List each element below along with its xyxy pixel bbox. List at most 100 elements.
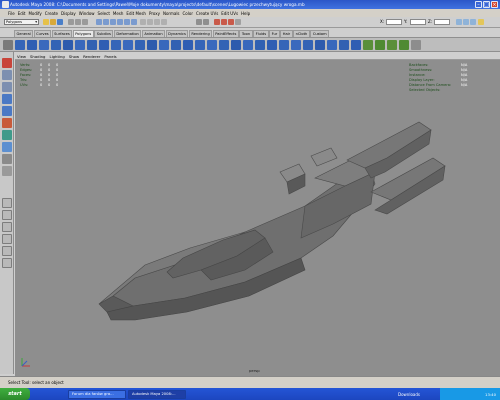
select-component-icon[interactable] [82,19,88,25]
mask-surfaces-icon[interactable] [124,19,130,25]
menu-color[interactable]: Color [183,11,193,16]
poly-cylinder-icon[interactable] [39,40,49,50]
construction-history-icon[interactable] [203,19,209,25]
menu-file[interactable]: File [8,11,15,16]
scale-tool-icon[interactable] [2,118,12,128]
panel-menu-view[interactable]: View [17,54,26,59]
tool-settings-icon[interactable] [463,19,469,25]
shelf-tab-painteffects[interactable]: PaintEffects [212,30,239,37]
x-coordinate-field[interactable] [386,19,402,25]
mask-handles-icon[interactable] [103,19,109,25]
poly-pipe-icon[interactable] [111,40,121,50]
taskbar-item-maya[interactable]: Autodesk Maya 2008:... [128,389,186,399]
shelf-tab-custom[interactable]: Custom [310,30,330,37]
menu-set-dropdown[interactable]: Polygons [4,19,39,25]
panel-menu-panels[interactable]: Panels [104,54,116,59]
cylindrical-mapping-icon[interactable] [375,40,385,50]
poly-plane-icon[interactable] [63,40,73,50]
mask-curves-icon[interactable] [117,19,123,25]
quadrangulate-icon[interactable] [351,40,361,50]
delete-edge-icon[interactable] [303,40,313,50]
maximize-button[interactable]: □ [483,1,490,8]
history-icon[interactable] [196,19,202,25]
lasso-tool-icon[interactable] [2,70,12,80]
shelf-tab-dynamics[interactable]: Dynamics [165,30,189,37]
spaceship-model[interactable] [15,60,500,376]
panel-menu-show[interactable]: Show [69,54,79,59]
paint-select-tool-icon[interactable] [2,82,12,92]
triangulate-icon[interactable] [339,40,349,50]
menu-edit-mesh[interactable]: Edit Mesh [126,11,146,16]
mask-icon[interactable] [96,19,102,25]
mask-joints-icon[interactable] [110,19,116,25]
fill-hole-icon[interactable] [219,40,229,50]
snap-point-icon[interactable] [154,19,160,25]
channel-box-icon[interactable] [470,19,476,25]
poly-prism-icon[interactable] [87,40,97,50]
shelf-tab-curves[interactable]: Curves [33,30,52,37]
four-view-layout-icon[interactable] [2,210,12,220]
shelf-tab-toon[interactable]: Toon [239,30,253,37]
start-button[interactable]: start [0,388,30,400]
poly-sphere-icon[interactable] [15,40,25,50]
shelf-tab-animation[interactable]: Animation [141,30,166,37]
snap-grid-icon[interactable] [140,19,146,25]
snap-view-plane-icon[interactable] [161,19,167,25]
render-icon[interactable] [221,19,227,25]
menu-window[interactable]: Window [79,11,95,16]
single-view-layout-icon[interactable] [2,198,12,208]
persp-outliner-layout-icon[interactable] [2,222,12,232]
move-tool-icon[interactable] [2,94,12,104]
shelf-tab-ncloth[interactable]: nCloth [293,30,310,37]
snap-curve-icon[interactable] [147,19,153,25]
offset-edge-loop-icon[interactable] [255,40,265,50]
insert-edge-loop-icon[interactable] [243,40,253,50]
shelf-tab-fur[interactable]: Fur [269,30,280,37]
menu-proxy[interactable]: Proxy [149,11,160,16]
panel-menu-renderer[interactable]: Renderer [83,54,100,59]
collapse-icon[interactable] [291,40,301,50]
shelf-tab-hair[interactable]: Hair [280,30,293,37]
cut-faces-icon[interactable] [267,40,277,50]
shelf-tab-rendering[interactable]: Rendering [188,30,213,37]
spherical-mapping-icon[interactable] [387,40,397,50]
menu-mesh[interactable]: Mesh [113,11,124,16]
combine-icon[interactable] [123,40,133,50]
poly-pyramid-icon[interactable] [99,40,109,50]
shelf-tab-subdivs[interactable]: Subdivs [94,30,114,37]
outliner-layout-icon[interactable] [2,258,12,268]
smooth-icon[interactable] [147,40,157,50]
bridge-icon[interactable] [195,40,205,50]
render-view-icon[interactable] [214,19,220,25]
panel-menu-lighting[interactable]: Lighting [49,54,64,59]
shelf-tab-deformation[interactable]: Deformation [113,30,142,37]
select-hierarchy-icon[interactable] [68,19,74,25]
persp-graph-layout-icon[interactable] [2,234,12,244]
menu-edit[interactable]: Edit [18,11,26,16]
ipr-render-icon[interactable] [228,19,234,25]
menu-normals[interactable]: Normals [163,11,180,16]
menu-create[interactable]: Create [45,11,58,16]
mirror-geometry-icon[interactable] [315,40,325,50]
mask-deformations-icon[interactable] [131,19,137,25]
menu-select[interactable]: Select [98,11,110,16]
downloads-toolbar[interactable]: Downloads [398,389,420,399]
select-tool-icon[interactable] [2,58,12,68]
shelf-tab-polygons[interactable]: Polygons [72,30,94,37]
panel-menu-shading[interactable]: Shading [30,54,45,59]
save-scene-icon[interactable] [57,19,63,25]
poly-cone-icon[interactable] [51,40,61,50]
layer-editor-icon[interactable] [478,19,484,25]
menu-display[interactable]: Display [61,11,76,16]
close-button[interactable]: × [491,1,498,8]
render-globals-icon[interactable] [235,19,241,25]
merge-vertices-icon[interactable] [279,40,289,50]
poly-cube-icon[interactable] [27,40,37,50]
bevel-icon[interactable] [171,40,181,50]
open-scene-icon[interactable] [50,19,56,25]
y-coordinate-field[interactable] [410,19,426,25]
manipulator-tool-icon[interactable] [2,130,12,140]
last-tool-icon[interactable] [2,166,12,176]
planar-mapping-icon[interactable] [363,40,373,50]
menu-modify[interactable]: Modify [28,11,41,16]
